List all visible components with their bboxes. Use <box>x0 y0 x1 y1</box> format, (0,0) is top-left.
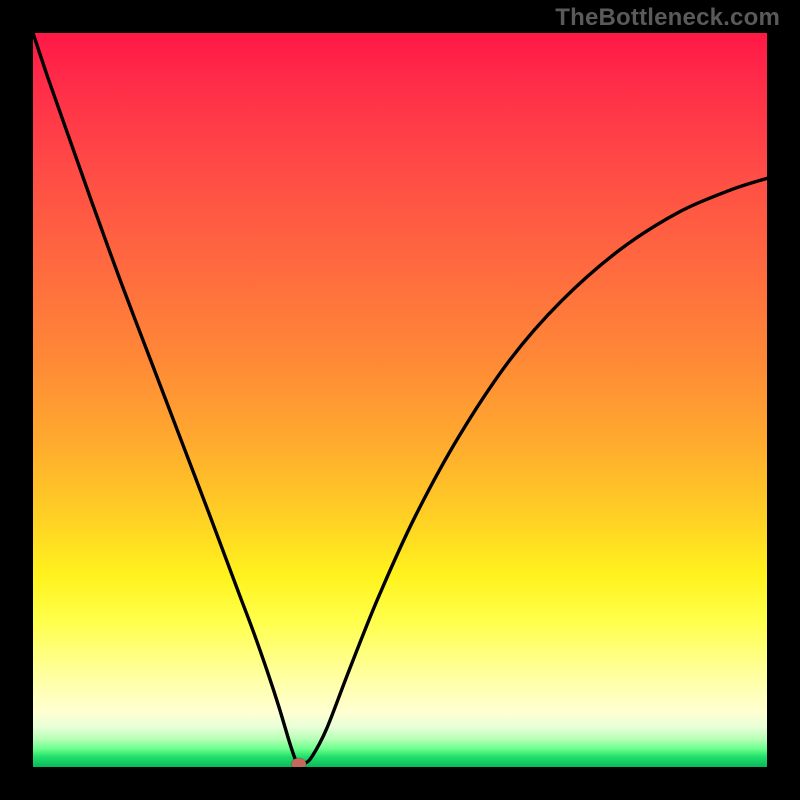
watermark-text: TheBottleneck.com <box>555 4 780 32</box>
plot-area <box>33 33 767 767</box>
bottleneck-curve <box>33 33 767 764</box>
minimum-marker <box>291 758 306 767</box>
curve-svg <box>33 33 767 767</box>
chart-frame: TheBottleneck.com <box>0 0 800 800</box>
